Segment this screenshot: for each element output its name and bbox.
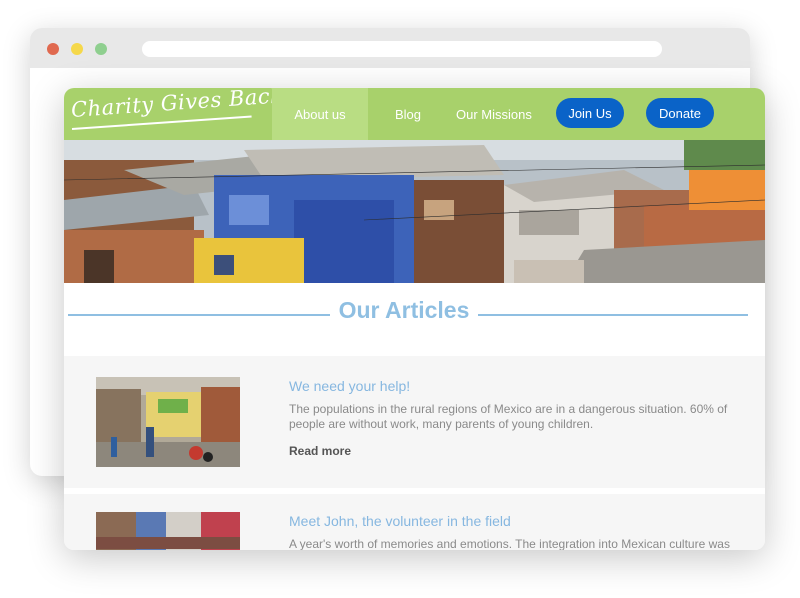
article-excerpt: A year's worth of memories and emotions.… [289, 537, 730, 550]
article-title[interactable]: Meet John, the volunteer in the field [289, 513, 511, 529]
browser-title-bar [30, 28, 750, 68]
nav-link-about[interactable]: About us [272, 88, 368, 140]
site-logo[interactable]: Charity Gives Back [70, 88, 284, 134]
donate-button[interactable]: Donate [646, 98, 714, 128]
article-excerpt: The populations in the rural regions of … [289, 402, 728, 431]
article-card: We need your help! The populations in th… [64, 356, 765, 488]
heading-divider-right [478, 314, 748, 316]
article-thumbnail[interactable] [96, 512, 240, 550]
article-card: Meet John, the volunteer in the field A … [64, 494, 765, 550]
nav-link-blog[interactable]: Blog [395, 88, 421, 140]
logo-text: Charity Gives Back [70, 88, 285, 122]
maximize-window-button[interactable] [95, 43, 107, 55]
navbar: Charity Gives Back About us Blog Our Mis… [64, 88, 765, 140]
hero-image [64, 140, 765, 283]
heading-divider-left [68, 314, 330, 316]
read-more-link[interactable]: Read more [289, 444, 351, 458]
website-preview: Charity Gives Back About us Blog Our Mis… [64, 88, 765, 550]
articles-title: Our Articles [338, 297, 470, 323]
articles-heading: Our Articles [64, 283, 765, 355]
nav-link-missions[interactable]: Our Missions [456, 88, 532, 140]
article-title[interactable]: We need your help! [289, 378, 410, 394]
join-us-button[interactable]: Join Us [556, 98, 624, 128]
address-bar[interactable] [142, 41, 662, 57]
minimize-window-button[interactable] [71, 43, 83, 55]
article-thumbnail[interactable] [96, 377, 240, 467]
close-window-button[interactable] [47, 43, 59, 55]
